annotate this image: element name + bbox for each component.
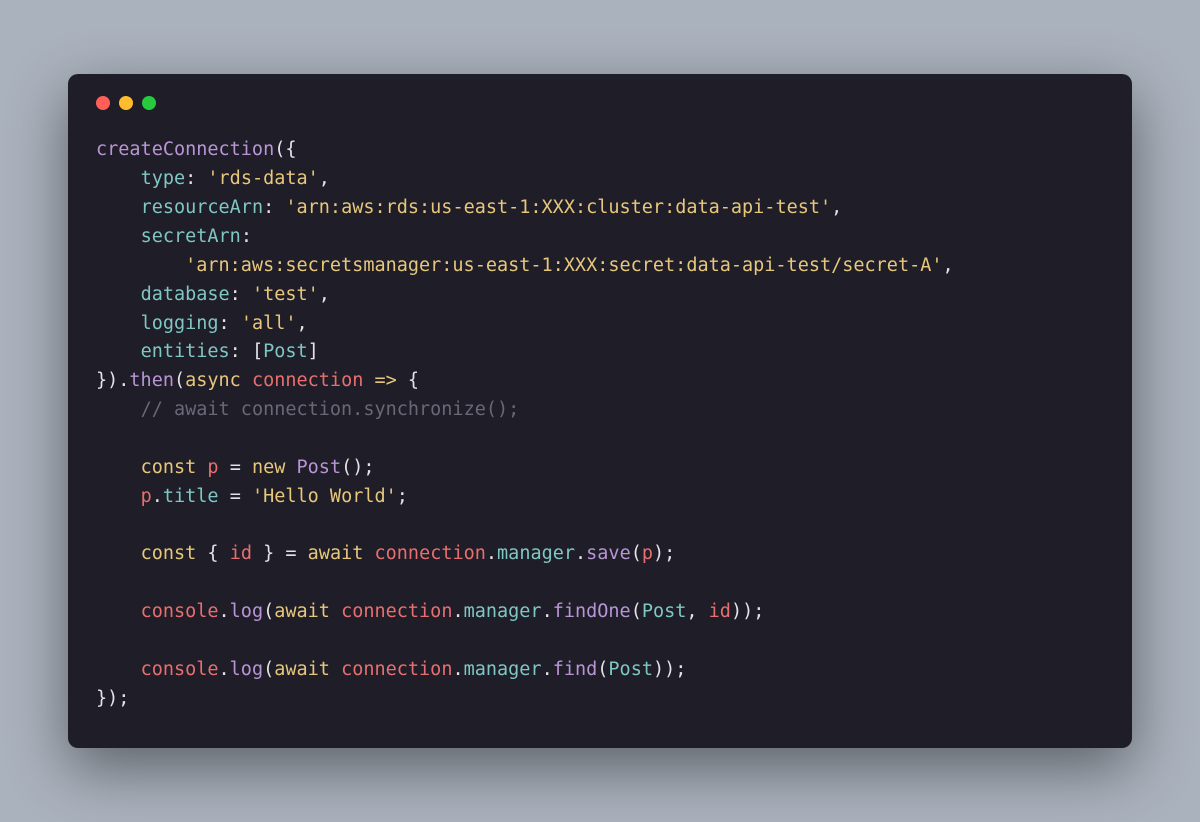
keyword: const [141,457,197,478]
string-literal: 'Hello World' [252,486,397,507]
code-window: createConnection({ type: 'rds-data', res… [68,74,1132,747]
prop-key: entities [141,341,230,362]
prop-access: manager [497,543,575,564]
keyword: await [308,543,364,564]
type-ref: Post [608,659,653,680]
method-call: save [586,543,631,564]
minimize-icon[interactable] [119,96,133,110]
prop-access: manager [464,659,542,680]
keyword: new [252,457,285,478]
keyword: const [141,543,197,564]
close-icon[interactable] [96,96,110,110]
method-call: find [553,659,598,680]
comment: // await connection.synchronize(); [141,399,520,420]
arrow-op: => [375,370,397,391]
prop-key: database [141,284,230,305]
fn-call: createConnection [96,139,274,160]
identifier: connection [341,601,452,622]
identifier: p [141,486,152,507]
param: connection [252,370,363,391]
identifier: p [207,457,218,478]
identifier: connection [375,543,486,564]
identifier: p [642,543,653,564]
identifier: id [230,543,252,564]
type-ref: Post [642,601,687,622]
string-literal: 'all' [241,313,297,334]
prop-key: logging [141,313,219,334]
keyword: await [274,659,330,680]
type-ref: Post [263,341,308,362]
identifier: id [709,601,731,622]
keyword: await [274,601,330,622]
prop-key: type [141,168,186,189]
string-literal: 'arn:aws:secretsmanager:us-east-1:XXX:se… [185,255,942,276]
method-call: then [129,370,174,391]
code-block: createConnection({ type: 'rds-data', res… [96,136,1104,713]
prop-key: secretArn [141,226,241,247]
identifier: connection [341,659,452,680]
prop-access: title [163,486,219,507]
prop-key: resourceArn [141,197,264,218]
string-literal: 'rds-data' [207,168,318,189]
string-literal: 'arn:aws:rds:us-east-1:XXX:cluster:data-… [285,197,831,218]
keyword: async [185,370,241,391]
method-call: findOne [553,601,631,622]
method-call: log [230,659,263,680]
zoom-icon[interactable] [142,96,156,110]
method-call: log [230,601,263,622]
identifier: console [141,659,219,680]
identifier: console [141,601,219,622]
ctor-call: Post [297,457,342,478]
window-titlebar [96,96,1104,110]
prop-access: manager [464,601,542,622]
string-literal: 'test' [252,284,319,305]
